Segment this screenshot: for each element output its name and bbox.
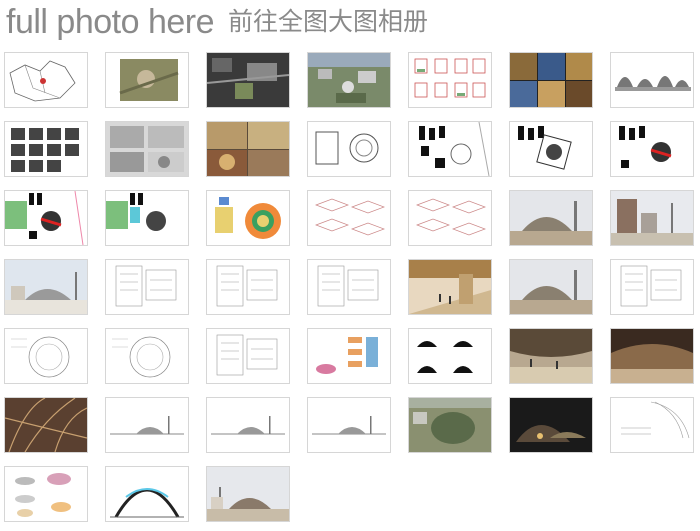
- photo-thumbnail[interactable]: [206, 259, 290, 315]
- photo-thumbnail[interactable]: [105, 259, 189, 315]
- photo-thumbnail[interactable]: [610, 190, 694, 246]
- thumbnail-image: [106, 122, 188, 176]
- full-photo-link[interactable]: full photo here: [6, 2, 215, 42]
- thumbnail-image: [207, 122, 289, 176]
- photo-thumbnail[interactable]: [408, 52, 492, 108]
- photo-thumbnail[interactable]: [307, 52, 391, 108]
- thumbnail-image: [5, 122, 87, 176]
- thumbnail-image: [409, 53, 491, 107]
- thumbnail-image: [409, 329, 491, 383]
- photo-thumbnail[interactable]: [610, 121, 694, 177]
- photo-thumbnail[interactable]: [408, 397, 492, 453]
- photo-thumbnail[interactable]: [206, 52, 290, 108]
- photo-thumbnail[interactable]: [509, 328, 593, 384]
- photo-thumbnail[interactable]: [4, 190, 88, 246]
- thumbnail-image: [611, 122, 693, 176]
- photo-thumbnail[interactable]: [509, 397, 593, 453]
- photo-thumbnail[interactable]: [307, 190, 391, 246]
- thumbnail-image: [207, 53, 289, 107]
- thumbnail-image: [5, 191, 87, 245]
- photo-thumbnail[interactable]: [307, 328, 391, 384]
- thumbnail-image: [207, 398, 289, 452]
- thumbnail-image: [611, 329, 693, 383]
- thumbnail-image: [5, 398, 87, 452]
- photo-thumbnail[interactable]: [4, 259, 88, 315]
- thumbnail-image: [409, 191, 491, 245]
- photo-thumbnail[interactable]: [408, 190, 492, 246]
- photo-thumbnail[interactable]: [105, 190, 189, 246]
- photo-thumbnail[interactable]: [307, 121, 391, 177]
- thumbnail-image: [510, 122, 592, 176]
- thumbnail-image: [308, 191, 390, 245]
- thumbnail-image: [207, 329, 289, 383]
- thumbnail-image: [5, 260, 87, 314]
- photo-thumbnail[interactable]: [307, 397, 391, 453]
- photo-thumbnail[interactable]: [206, 190, 290, 246]
- photo-thumbnail[interactable]: [610, 397, 694, 453]
- photo-thumbnail[interactable]: [206, 328, 290, 384]
- thumbnail-image: [207, 191, 289, 245]
- thumbnail-image: [611, 191, 693, 245]
- thumbnail-image: [106, 53, 188, 107]
- thumbnail-image: [510, 191, 592, 245]
- photo-thumbnail[interactable]: [307, 259, 391, 315]
- thumbnail-image: [611, 53, 693, 107]
- thumbnail-image: [308, 398, 390, 452]
- photo-thumbnail[interactable]: [105, 121, 189, 177]
- photo-thumbnail[interactable]: [509, 121, 593, 177]
- photo-thumbnail[interactable]: [105, 52, 189, 108]
- thumbnail-image: [106, 398, 188, 452]
- thumbnail-image: [5, 329, 87, 383]
- thumbnail-image: [308, 329, 390, 383]
- photo-thumbnail[interactable]: [408, 259, 492, 315]
- photo-thumbnail[interactable]: [610, 259, 694, 315]
- photo-thumbnail[interactable]: [610, 52, 694, 108]
- page-header: full photo here 前往全图大图相册: [6, 2, 428, 42]
- thumbnail-grid: [4, 52, 694, 522]
- thumbnail-image: [409, 398, 491, 452]
- thumbnail-image: [106, 260, 188, 314]
- photo-thumbnail[interactable]: [610, 328, 694, 384]
- photo-thumbnail[interactable]: [4, 52, 88, 108]
- photo-thumbnail[interactable]: [206, 121, 290, 177]
- thumbnail-image: [106, 467, 188, 521]
- thumbnail-image: [207, 467, 289, 521]
- thumbnail-image: [308, 260, 390, 314]
- photo-thumbnail[interactable]: [105, 328, 189, 384]
- thumbnail-image: [510, 398, 592, 452]
- thumbnail-image: [308, 122, 390, 176]
- thumbnail-image: [5, 467, 87, 521]
- photo-thumbnail[interactable]: [4, 397, 88, 453]
- thumbnail-image: [5, 53, 87, 107]
- thumbnail-image: [510, 260, 592, 314]
- photo-thumbnail[interactable]: [509, 52, 593, 108]
- gallery-link[interactable]: 前往全图大图相册: [228, 2, 428, 42]
- thumbnail-image: [510, 329, 592, 383]
- photo-thumbnail[interactable]: [4, 328, 88, 384]
- thumbnail-image: [106, 329, 188, 383]
- thumbnail-image: [409, 260, 491, 314]
- thumbnail-image: [611, 398, 693, 452]
- thumbnail-image: [611, 260, 693, 314]
- photo-thumbnail[interactable]: [4, 121, 88, 177]
- thumbnail-image: [409, 122, 491, 176]
- photo-thumbnail[interactable]: [4, 466, 88, 522]
- thumbnail-image: [106, 191, 188, 245]
- photo-thumbnail[interactable]: [509, 259, 593, 315]
- photo-thumbnail[interactable]: [408, 121, 492, 177]
- photo-thumbnail[interactable]: [509, 190, 593, 246]
- photo-thumbnail[interactable]: [105, 466, 189, 522]
- photo-thumbnail[interactable]: [105, 397, 189, 453]
- photo-thumbnail[interactable]: [408, 328, 492, 384]
- thumbnail-image: [308, 53, 390, 107]
- photo-thumbnail[interactable]: [206, 466, 290, 522]
- thumbnail-image: [207, 260, 289, 314]
- thumbnail-image: [510, 53, 592, 107]
- photo-thumbnail[interactable]: [206, 397, 290, 453]
